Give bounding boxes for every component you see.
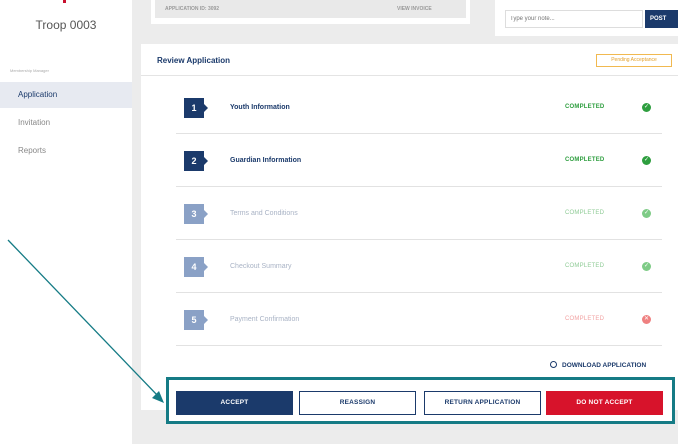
note-input[interactable]: [505, 10, 643, 28]
step-status: COMPLETED: [565, 157, 605, 163]
step-status: COMPLETED: [565, 316, 605, 322]
sidebar-item-invitation[interactable]: Invitation: [0, 110, 132, 136]
sidebar: Troop 0003 Membership Manager Applicatio…: [0, 0, 132, 444]
post-button[interactable]: POST: [645, 10, 678, 28]
divider: [141, 75, 678, 76]
step-terms-and-conditions[interactable]: 3 Terms and Conditions COMPLETED ✓: [176, 188, 662, 240]
check-icon: ✓: [642, 156, 651, 165]
reassign-button[interactable]: REASSIGN: [299, 391, 416, 415]
application-header-card: APPLICATION ID: 3092 VIEW INVOICE: [151, 0, 470, 24]
check-icon: ✓: [642, 103, 651, 112]
step-status: COMPLETED: [565, 263, 605, 269]
step-number: 1: [184, 98, 208, 118]
step-status: COMPLETED: [565, 104, 605, 110]
step-label: Checkout Summary: [230, 263, 292, 270]
step-status: COMPLETED: [565, 210, 605, 216]
step-label: Terms and Conditions: [230, 210, 298, 217]
sidebar-item-reports[interactable]: Reports: [0, 138, 132, 164]
brand-mark: [63, 0, 66, 3]
error-icon: ✕: [642, 315, 651, 324]
view-invoice-link[interactable]: VIEW INVOICE: [397, 6, 432, 12]
nav-caption: Membership Manager: [10, 68, 49, 73]
step-number: 2: [184, 151, 208, 171]
do-not-accept-button[interactable]: DO NOT ACCEPT: [546, 391, 663, 415]
step-label: Payment Confirmation: [230, 316, 300, 323]
review-title: Review Application: [157, 56, 231, 65]
step-payment-confirmation[interactable]: 5 Payment Confirmation COMPLETED ✕: [176, 294, 662, 346]
action-bar: ACCEPT REASSIGN RETURN APPLICATION DO NO…: [166, 377, 675, 424]
download-label: DOWNLOAD APPLICATION: [562, 362, 647, 370]
download-application-link[interactable]: DOWNLOAD APPLICATION: [550, 361, 647, 370]
check-icon: ✓: [642, 209, 651, 218]
step-checkout-summary[interactable]: 4 Checkout Summary COMPLETED ✓: [176, 241, 662, 293]
application-id: APPLICATION ID: 3092: [165, 6, 220, 12]
sidebar-item-application[interactable]: Application: [0, 82, 132, 108]
step-number: 3: [184, 204, 208, 224]
step-youth-information[interactable]: 1 Youth Information COMPLETED ✓: [176, 82, 662, 134]
troop-name: Troop 0003: [35, 18, 97, 32]
step-guardian-information[interactable]: 2 Guardian Information COMPLETED ✓: [176, 135, 662, 187]
status-badge: Pending Acceptance: [596, 54, 672, 67]
step-number: 5: [184, 310, 208, 330]
check-icon: ✓: [642, 262, 651, 271]
note-card: POST: [495, 0, 678, 36]
step-number: 4: [184, 257, 208, 277]
accept-button[interactable]: ACCEPT: [176, 391, 293, 415]
download-icon: [550, 361, 557, 368]
step-label: Youth Information: [230, 104, 290, 111]
step-label: Guardian Information: [230, 157, 302, 164]
return-application-button[interactable]: RETURN APPLICATION: [424, 391, 541, 415]
review-panel: Review Application Pending Acceptance 1 …: [141, 44, 678, 410]
